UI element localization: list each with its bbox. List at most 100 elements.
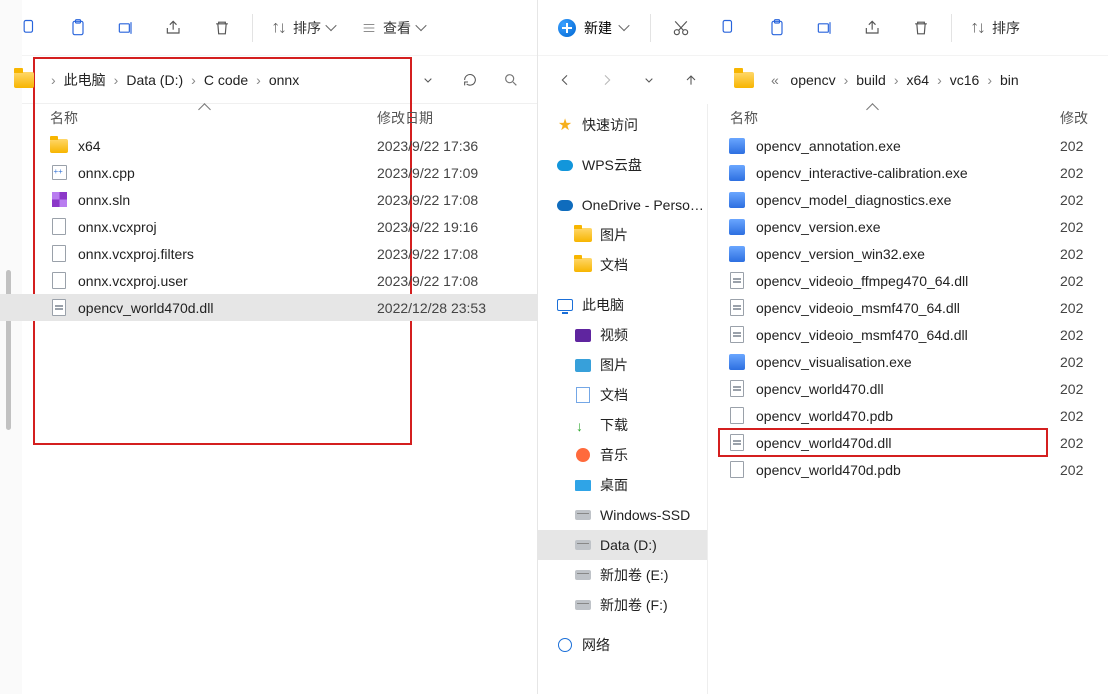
share-icon[interactable] (152, 8, 196, 48)
breadcrumb-overflow[interactable]: « (767, 69, 783, 91)
file-date: 202 (1060, 219, 1108, 235)
file-row[interactable]: onnx.vcxproj.user 2023/9/22 17:08 (0, 267, 537, 294)
nav-item[interactable]: 网络 (538, 630, 707, 660)
exe-icon (729, 219, 745, 235)
file-row[interactable]: opencv_version.exe 202 (708, 213, 1108, 240)
file-row[interactable]: opencv_videoio_ffmpeg470_64.dll 202 (708, 267, 1108, 294)
rename-icon[interactable] (104, 8, 148, 48)
nav-item[interactable]: 文档 (538, 380, 707, 410)
file-date: 202 (1060, 435, 1108, 451)
file-row[interactable]: opencv_model_diagnostics.exe 202 (708, 186, 1108, 213)
nav-item[interactable]: 音乐 (538, 440, 707, 470)
breadcrumb-segment[interactable]: Data (D:) (122, 69, 187, 91)
file-row[interactable]: onnx.cpp 2023/9/22 17:09 (0, 159, 537, 186)
dll-icon (52, 299, 66, 316)
delete-icon[interactable] (899, 8, 943, 48)
nav-item[interactable]: 此电脑 (538, 290, 707, 320)
file-name: opencv_visualisation.exe (756, 354, 1060, 370)
folder-icon (734, 72, 754, 88)
file-row[interactable]: opencv_videoio_msmf470_64d.dll 202 (708, 321, 1108, 348)
desk-icon (575, 480, 591, 491)
breadcrumb-segment[interactable]: opencv (786, 69, 839, 91)
file-row[interactable]: onnx.vcxproj.filters 2023/9/22 17:08 (0, 240, 537, 267)
file-row[interactable]: opencv_interactive-calibration.exe 202 (708, 159, 1108, 186)
folder-icon (14, 72, 34, 88)
paste-icon[interactable] (755, 8, 799, 48)
left-breadcrumb[interactable]: ›此电脑›Data (D:)›C code›onnx (42, 63, 403, 97)
file-row[interactable]: opencv_world470d.pdb 202 (708, 456, 1108, 483)
left-file-list: x64 2023/9/22 17:36 onnx.cpp 2023/9/22 1… (0, 132, 537, 321)
left-search-button[interactable] (495, 63, 527, 97)
nav-item[interactable]: Windows-SSD (538, 500, 707, 530)
file-name: opencv_model_diagnostics.exe (756, 192, 1060, 208)
nav-item[interactable]: 新加卷 (E:) (538, 560, 707, 590)
breadcrumb-segment[interactable]: vc16 (946, 69, 984, 91)
sort-dropdown[interactable]: 排序 (261, 8, 347, 48)
right-file-area: 名称 修改 opencv_annotation.exe 202 opencv_i… (708, 104, 1108, 694)
copy-icon[interactable] (707, 8, 751, 48)
left-column-headers[interactable]: 名称 修改日期 (0, 104, 537, 132)
file-row[interactable]: onnx.sln 2023/9/22 17:08 (0, 186, 537, 213)
nav-item[interactable]: Data (D:) (538, 530, 707, 560)
col-name[interactable]: 名称 (708, 108, 1060, 128)
breadcrumb-segment[interactable]: bin (996, 69, 1023, 91)
file-row[interactable]: onnx.vcxproj 2023/9/22 19:16 (0, 213, 537, 240)
file-name: opencv_version_win32.exe (756, 246, 1060, 262)
file-name: opencv_videoio_msmf470_64d.dll (756, 327, 1060, 343)
dropdown-history-button[interactable] (411, 63, 445, 97)
new-button[interactable]: 新建 (546, 10, 642, 46)
nav-label: 文档 (600, 255, 628, 275)
file-row[interactable]: opencv_world470.pdb 202 (708, 402, 1108, 429)
file-row[interactable]: opencv_world470.dll 202 (708, 375, 1108, 402)
nav-item[interactable]: WPS云盘 (538, 150, 707, 180)
nav-item[interactable]: 图片 (538, 220, 707, 250)
share-icon[interactable] (851, 8, 895, 48)
nav-item[interactable]: ★ 快速访问 (538, 110, 707, 140)
nav-item[interactable]: 图片 (538, 350, 707, 380)
file-icon (52, 272, 66, 289)
file-name: opencv_version.exe (756, 219, 1060, 235)
file-row[interactable]: opencv_visualisation.exe 202 (708, 348, 1108, 375)
breadcrumb-segment[interactable]: C code (200, 69, 252, 91)
file-name: opencv_world470.pdb (756, 408, 1060, 424)
file-name: opencv_interactive-calibration.exe (756, 165, 1060, 181)
breadcrumb-segment[interactable]: x64 (903, 69, 934, 91)
file-row[interactable]: opencv_annotation.exe 202 (708, 132, 1108, 159)
forward-button[interactable] (590, 63, 624, 97)
view-dropdown[interactable]: 查看 (351, 8, 437, 48)
delete-icon[interactable] (200, 8, 244, 48)
nav-item[interactable]: 新加卷 (F:) (538, 590, 707, 620)
breadcrumb-segment[interactable]: build (852, 69, 890, 91)
recent-dropdown[interactable] (632, 63, 666, 97)
nav-label: 新加卷 (F:) (600, 595, 668, 615)
nav-item[interactable]: 下载 (538, 410, 707, 440)
file-row[interactable]: opencv_version_win32.exe 202 (708, 240, 1108, 267)
col-date[interactable]: 修改日期 (377, 108, 537, 128)
col-name[interactable]: 名称 (0, 108, 377, 128)
paste-icon[interactable] (56, 8, 100, 48)
back-button[interactable] (548, 63, 582, 97)
right-column-headers[interactable]: 名称 修改 (708, 104, 1108, 132)
nav-label: 网络 (582, 635, 610, 655)
up-button[interactable] (674, 63, 708, 97)
nav-item[interactable]: 桌面 (538, 470, 707, 500)
right-breadcrumb[interactable]: « opencv›build›x64›vc16›bin (762, 63, 1098, 97)
sort-dropdown[interactable]: 排序 (960, 8, 1030, 48)
rename-icon[interactable] (803, 8, 847, 48)
cut-icon[interactable] (659, 8, 703, 48)
nav-item[interactable]: 视频 (538, 320, 707, 350)
file-row[interactable]: opencv_world470d.dll 2022/12/28 23:53 (0, 294, 537, 321)
nav-item[interactable]: OneDrive - Personal (538, 190, 707, 220)
file-date: 202 (1060, 165, 1108, 181)
chevron-right-icon: › (983, 72, 996, 88)
breadcrumb-segment[interactable]: 此电脑 (60, 67, 110, 93)
file-name: opencv_world470d.pdb (756, 462, 1060, 478)
file-date: 2023/9/22 17:08 (377, 273, 537, 289)
col-date[interactable]: 修改 (1060, 108, 1108, 128)
refresh-button[interactable] (453, 63, 487, 97)
file-row[interactable]: opencv_videoio_msmf470_64.dll 202 (708, 294, 1108, 321)
file-row[interactable]: x64 2023/9/22 17:36 (0, 132, 537, 159)
nav-item[interactable]: 文档 (538, 250, 707, 280)
breadcrumb-segment[interactable]: onnx (265, 69, 303, 91)
file-row[interactable]: opencv_world470d.dll 202 (708, 429, 1108, 456)
